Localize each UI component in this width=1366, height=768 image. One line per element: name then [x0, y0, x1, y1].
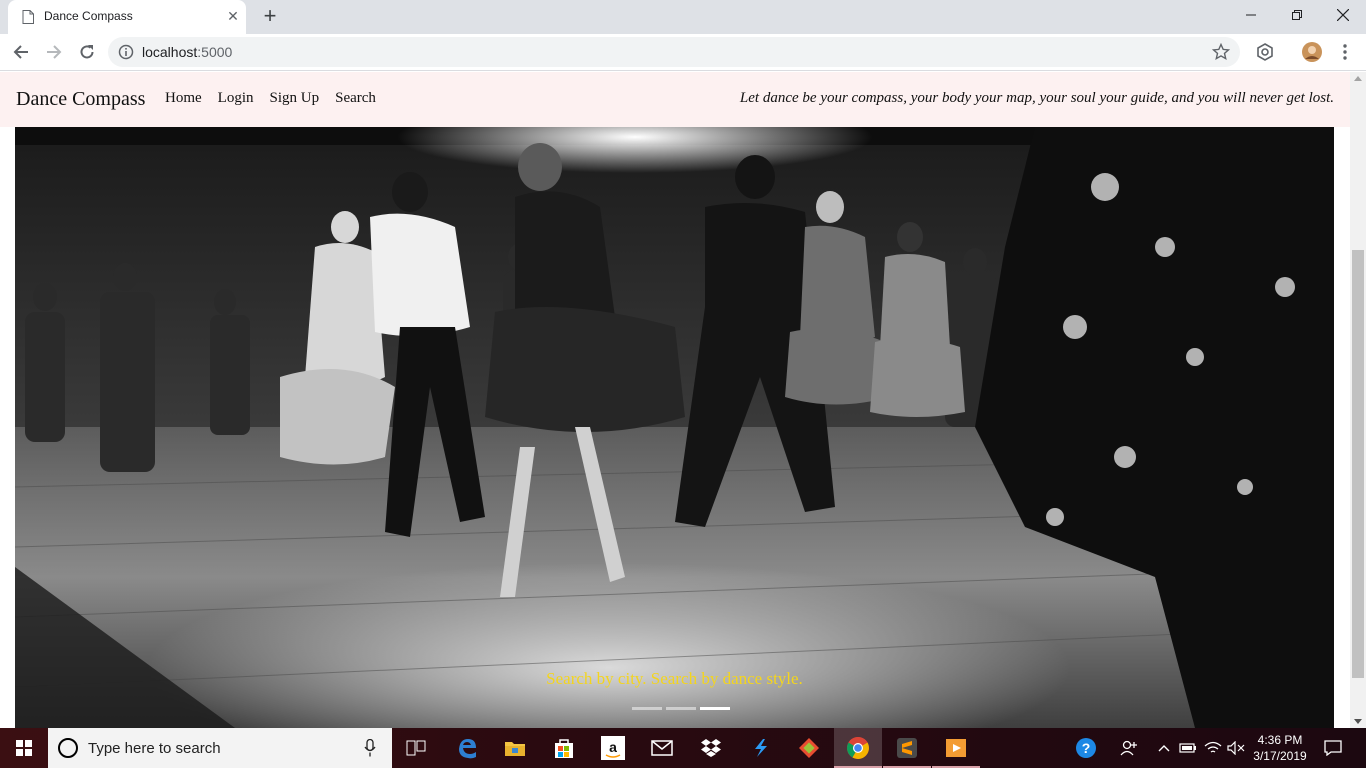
site-navbar: Dance Compass Home Login Sign Up Search … — [0, 72, 1350, 127]
sublime-text-icon — [897, 738, 917, 758]
scroll-up-arrow-icon[interactable] — [1354, 76, 1362, 81]
wifi-icon — [1204, 741, 1222, 753]
chrome-app[interactable] — [834, 728, 882, 768]
dance-hall-photo — [15, 127, 1334, 728]
visual-studio-app[interactable] — [736, 728, 784, 768]
svg-text:?: ? — [1082, 740, 1091, 756]
edge-icon — [459, 739, 476, 759]
sublime-text-app[interactable] — [883, 728, 931, 768]
profile-avatar[interactable] — [1301, 41, 1323, 63]
back-button[interactable] — [9, 40, 33, 64]
browser-toolbar: localhost:5000 — [0, 34, 1366, 71]
clock-date: 3/17/2019 — [1253, 749, 1307, 763]
brand-link[interactable]: Dance Compass — [16, 88, 145, 111]
carousel-indicator-1[interactable] — [632, 707, 662, 710]
battery-icon — [1179, 743, 1196, 753]
restore-button[interactable] — [1274, 0, 1320, 30]
clock-time: 4:36 PM — [1257, 733, 1303, 747]
action-center-button[interactable] — [1318, 728, 1348, 768]
dropbox-app[interactable] — [687, 728, 735, 768]
hero-caption: Search by city. Search by dance style. — [546, 669, 803, 688]
git-app[interactable] — [785, 728, 833, 768]
page-scrollbar[interactable] — [1350, 72, 1366, 728]
minimize-button[interactable] — [1228, 0, 1274, 30]
windows-logo-icon — [16, 740, 32, 756]
page-icon — [22, 10, 34, 24]
nav-links: Home Login Sign Up Search — [165, 90, 392, 107]
scrollbar-thumb[interactable] — [1352, 250, 1364, 678]
taskbar-search-box[interactable]: Type here to search — [48, 728, 392, 768]
dropbox-icon — [701, 739, 721, 757]
battery-tray-button[interactable] — [1176, 728, 1200, 768]
site-tagline: Let dance be your compass, your body you… — [739, 90, 1334, 106]
volume-muted-icon — [1227, 741, 1245, 755]
mail-app[interactable] — [638, 728, 686, 768]
browser-tab-strip: Dance Compass ✕ + — [0, 0, 1366, 34]
carousel-indicator-2[interactable] — [666, 707, 696, 710]
windows-taskbar: Type here to search a ? 4:36 PM 3/17/201… — [0, 728, 1366, 768]
chrome-icon — [847, 737, 869, 759]
scroll-down-arrow-icon[interactable] — [1354, 719, 1362, 724]
mail-icon — [651, 740, 673, 756]
back-arrow-icon — [13, 45, 28, 59]
svg-text:a: a — [609, 739, 617, 755]
task-view-icon — [406, 740, 426, 756]
notification-icon — [1324, 740, 1342, 756]
carousel-indicator-3[interactable] — [700, 707, 730, 710]
minimize-icon — [1246, 14, 1256, 16]
task-view-button[interactable] — [392, 728, 440, 768]
nav-login-link[interactable]: Login — [218, 90, 254, 107]
edge-app[interactable] — [443, 728, 491, 768]
url-host: localhost — [142, 44, 198, 60]
chevron-up-icon — [1158, 745, 1170, 752]
taskbar-search-placeholder: Type here to search — [88, 740, 221, 757]
show-hidden-icons-button[interactable] — [1154, 728, 1174, 768]
file-explorer-app[interactable] — [491, 728, 539, 768]
extension-icon[interactable] — [1254, 41, 1276, 63]
chrome-menu-icon[interactable] — [1334, 41, 1356, 63]
reload-icon — [80, 45, 94, 59]
microphone-icon[interactable] — [364, 739, 376, 757]
cortana-icon — [58, 738, 78, 758]
wifi-tray-button[interactable] — [1202, 728, 1224, 768]
people-tray-button[interactable] — [1116, 728, 1142, 768]
amazon-icon: a — [601, 736, 625, 760]
git-icon — [799, 738, 819, 758]
bookmark-star-icon[interactable] — [1212, 43, 1230, 61]
media-player-app[interactable] — [932, 728, 980, 768]
tab-title: Dance Compass — [44, 9, 133, 23]
nav-search-link[interactable]: Search — [335, 90, 376, 107]
nav-signup-link[interactable]: Sign Up — [270, 90, 320, 107]
browser-tab[interactable]: Dance Compass ✕ — [8, 0, 246, 34]
volume-tray-button[interactable] — [1224, 728, 1248, 768]
close-icon — [1337, 9, 1349, 21]
visual-studio-icon — [755, 739, 767, 757]
info-icon[interactable] — [118, 44, 134, 60]
forward-arrow-icon — [47, 45, 62, 59]
carousel-indicators — [632, 707, 730, 710]
url-text[interactable]: localhost:5000 — [142, 44, 232, 60]
reload-button[interactable] — [75, 40, 99, 64]
help-tray-button[interactable]: ? — [1072, 728, 1100, 768]
amazon-app[interactable]: a — [589, 728, 637, 768]
url-port: :5000 — [197, 44, 233, 60]
hero-carousel[interactable]: Search by city. Search by dance style. — [15, 127, 1334, 728]
store-bag-icon — [555, 739, 573, 758]
media-player-icon — [946, 739, 966, 757]
nav-home-link[interactable]: Home — [165, 90, 202, 107]
restore-icon — [1292, 10, 1302, 20]
close-window-button[interactable] — [1320, 0, 1366, 30]
help-icon: ? — [1076, 738, 1096, 758]
forward-button[interactable] — [42, 40, 66, 64]
close-tab-icon[interactable]: ✕ — [224, 7, 242, 25]
new-tab-button[interactable]: + — [258, 5, 282, 29]
folder-icon — [505, 742, 525, 756]
start-button[interactable] — [0, 728, 48, 768]
store-app[interactable] — [540, 728, 588, 768]
address-bar[interactable]: localhost:5000 — [108, 37, 1240, 67]
people-icon — [1120, 740, 1137, 756]
taskbar-clock[interactable]: 4:36 PM 3/17/2019 — [1252, 732, 1308, 764]
web-page: Dance Compass Home Login Sign Up Search … — [0, 72, 1350, 728]
